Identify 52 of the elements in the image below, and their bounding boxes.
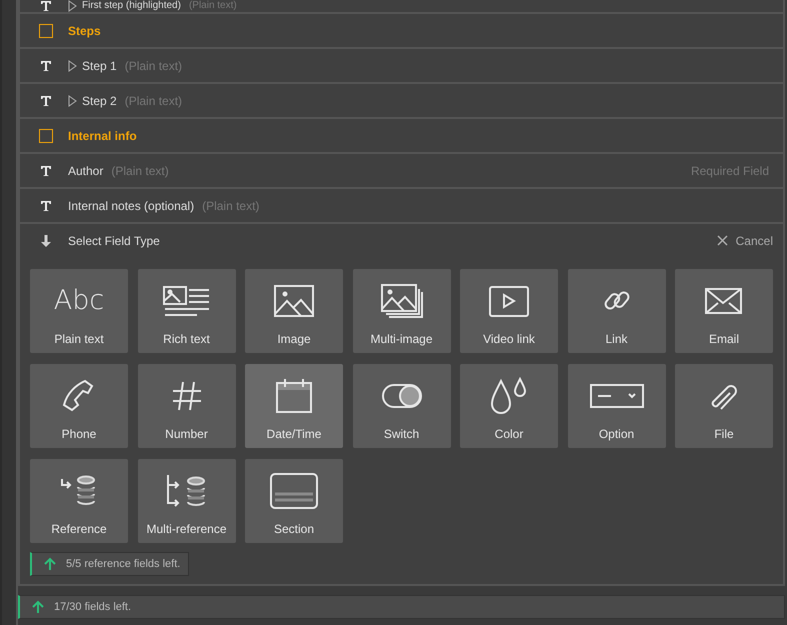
play-video-icon: [488, 284, 530, 318]
triangle-icon: [68, 60, 77, 72]
image-icon: [273, 284, 315, 318]
close-icon: [716, 235, 728, 246]
arrow-up-icon: [43, 557, 57, 571]
field-type-button[interactable]: Switch: [352, 364, 450, 448]
field-name[interactable]: Author: [68, 164, 104, 178]
field-type-button[interactable]: Reference: [30, 459, 128, 543]
field-type-button[interactable]: Image: [245, 269, 343, 353]
picker-title: Select Field Type: [68, 234, 160, 248]
info-text: 5/5 reference fields left.: [66, 558, 180, 570]
stacked-images-icon: [380, 282, 424, 318]
field-type-button[interactable]: Email: [675, 269, 773, 353]
field-type-button[interactable]: Video link: [460, 269, 558, 353]
calendar-icon: [276, 378, 312, 413]
checkbox-icon: [39, 128, 53, 142]
field-name[interactable]: First step (highlighted): [82, 0, 181, 11]
text-type-icon: [40, 164, 52, 176]
field-type-button[interactable]: Number: [138, 364, 236, 448]
section-title: Internal info: [68, 128, 137, 142]
field-type-button[interactable]: Phone: [30, 364, 128, 448]
field-type-button[interactable]: Date/Time: [245, 364, 343, 448]
field-type-button[interactable]: Rich text: [138, 269, 236, 353]
cancel-button[interactable]: Cancel: [716, 234, 773, 248]
field-type-button[interactable]: Option: [568, 364, 666, 448]
field-name[interactable]: Step 1: [82, 58, 117, 72]
abc-glyph-icon: Abc: [54, 285, 104, 316]
triangle-icon: [68, 94, 77, 106]
envelope-icon: [704, 286, 744, 316]
arrow-down-icon: [41, 234, 51, 246]
dropdown-icon: [588, 382, 644, 408]
drops-icon: [489, 376, 529, 414]
field-type-button[interactable]: File: [675, 364, 773, 448]
text-type-icon: [40, 0, 52, 12]
field-type-button[interactable]: Color: [460, 364, 558, 448]
field-type-button[interactable]: Multi-image: [352, 269, 450, 353]
section-title: Steps: [68, 24, 101, 38]
field-name[interactable]: Step 2: [82, 94, 117, 108]
field-type-button[interactable]: Abc Plain text: [30, 269, 128, 353]
text-type-icon: [40, 94, 52, 106]
field-type-button[interactable]: Link: [568, 269, 666, 353]
field-type-button[interactable]: Multi-reference: [138, 459, 236, 543]
field-name[interactable]: Internal notes (optional): [68, 198, 194, 212]
triangle-icon: [68, 0, 77, 12]
text-type-icon: [40, 200, 52, 212]
toggle-icon: [380, 382, 422, 410]
text-type-icon: [40, 60, 52, 72]
info-text: 17/30 fields left.: [54, 601, 132, 613]
checkbox-icon: [39, 24, 53, 38]
field-type-button[interactable]: Section: [245, 459, 343, 543]
arrow-up-icon: [31, 600, 45, 614]
section-panel-icon: [269, 472, 319, 510]
